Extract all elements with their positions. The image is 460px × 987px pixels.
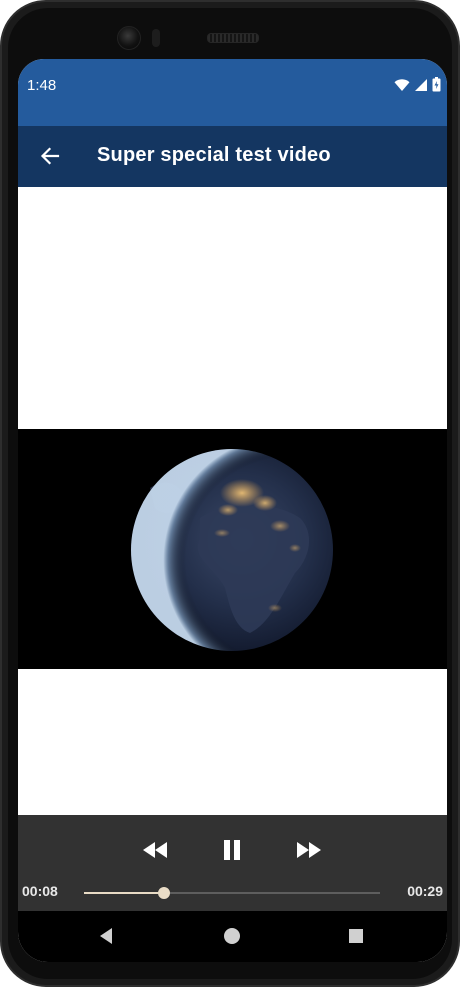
- fast-forward-icon: [297, 842, 321, 858]
- back-button[interactable]: [34, 140, 66, 172]
- system-nav-bar: [18, 911, 447, 962]
- nav-back-icon: [100, 928, 112, 944]
- rewind-icon: [143, 842, 167, 858]
- arrow-left-icon: [40, 147, 60, 165]
- nav-home-button[interactable]: [219, 923, 245, 949]
- status-time: 1:48: [27, 77, 57, 94]
- signal-icon: [415, 78, 427, 91]
- video-content-area: [18, 187, 447, 815]
- video-player[interactable]: [18, 429, 447, 669]
- earpiece-speaker: [207, 33, 259, 43]
- app-bar: Super special test video: [18, 126, 447, 187]
- earth-video-frame: [131, 449, 333, 651]
- nav-recents-button[interactable]: [343, 923, 369, 949]
- front-camera: [117, 26, 141, 50]
- phone-frame: 1:48 Super special test video 00:08 00:2…: [0, 0, 460, 987]
- fast-forward-button[interactable]: [292, 835, 326, 865]
- pause-icon: [224, 840, 240, 860]
- seek-bar[interactable]: [84, 887, 380, 899]
- player-controls: 00:08 00:29: [18, 815, 447, 911]
- status-bar: 1:48: [18, 59, 447, 126]
- screen: 1:48 Super special test video 00:08 00:2…: [18, 59, 447, 962]
- status-icons: [394, 77, 441, 92]
- nav-back-button[interactable]: [93, 923, 119, 949]
- pause-button[interactable]: [215, 835, 249, 865]
- proximity-sensor: [152, 29, 160, 47]
- nav-home-icon: [224, 928, 240, 944]
- current-time: 00:08: [22, 883, 58, 899]
- rewind-button[interactable]: [138, 835, 172, 865]
- duration: 00:29: [407, 883, 443, 899]
- nav-recents-icon: [349, 929, 363, 943]
- page-title: Super special test video: [97, 144, 331, 166]
- seek-progress: [84, 892, 164, 894]
- seek-thumb[interactable]: [157, 887, 170, 899]
- battery-icon: [432, 77, 441, 92]
- wifi-icon: [394, 78, 410, 91]
